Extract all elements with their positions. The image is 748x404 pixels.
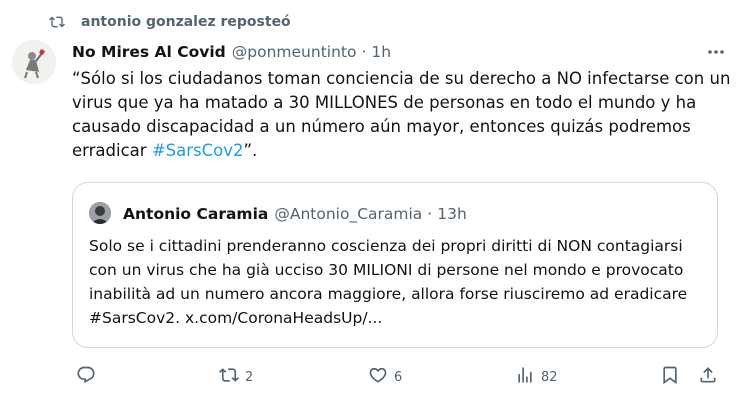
repost-context[interactable]: antonio gonzalez reposteó bbox=[49, 11, 291, 33]
quoted-tweet[interactable]: Antonio Caramia @Antonio_Caramia · 13h S… bbox=[72, 182, 718, 348]
repost-icon bbox=[49, 14, 65, 30]
avatar-illustration bbox=[12, 40, 56, 84]
quoted-avatar[interactable] bbox=[89, 202, 111, 224]
quoted-separator-dot: · bbox=[427, 205, 433, 223]
quoted-time[interactable]: 13h bbox=[437, 205, 467, 223]
quoted-text: Solo se i cittadini prenderanno coscienz… bbox=[89, 237, 688, 327]
quoted-author-name[interactable]: Antonio Caramia bbox=[123, 205, 268, 223]
quoted-avatar-illustration bbox=[89, 202, 111, 224]
separator-dot: · bbox=[361, 43, 367, 61]
repost-context-text[interactable]: antonio gonzalez reposteó bbox=[81, 14, 291, 30]
reply-icon bbox=[76, 365, 96, 389]
tweet-text-end: ”. bbox=[243, 141, 258, 160]
repost-icon bbox=[219, 365, 239, 389]
views-count: 82 bbox=[541, 369, 558, 385]
bookmark-icon bbox=[660, 365, 680, 389]
avatar[interactable] bbox=[12, 40, 56, 84]
author-handle[interactable]: @ponmeuntinto bbox=[232, 43, 357, 61]
like-count: 6 bbox=[394, 369, 403, 385]
hashtag-link[interactable]: #SarsCov2 bbox=[152, 141, 244, 160]
author-name[interactable]: No Mires Al Covid bbox=[72, 43, 226, 61]
views-button[interactable]: 82 bbox=[515, 364, 558, 390]
bookmark-button[interactable] bbox=[660, 364, 680, 390]
more-icon[interactable] bbox=[706, 43, 726, 61]
repost-count: 2 bbox=[245, 369, 254, 385]
heart-icon bbox=[368, 365, 388, 389]
share-button[interactable] bbox=[698, 364, 718, 390]
quoted-author-handle[interactable]: @Antonio_Caramia bbox=[274, 205, 422, 223]
share-icon bbox=[698, 365, 718, 389]
views-icon bbox=[515, 365, 535, 389]
like-button[interactable]: 6 bbox=[368, 364, 402, 390]
tweet-header: No Mires Al Covid @ponmeuntinto · 1h bbox=[72, 41, 391, 63]
action-bar: 2 6 82 bbox=[0, 364, 748, 390]
tweet-time[interactable]: 1h bbox=[371, 43, 391, 61]
tweet-text: “Sólo si los ciudadanos toman conciencia… bbox=[72, 67, 732, 163]
quoted-header: Antonio Caramia @Antonio_Caramia · 13h bbox=[123, 203, 467, 225]
reply-button[interactable] bbox=[76, 364, 96, 390]
repost-button[interactable]: 2 bbox=[219, 364, 253, 390]
